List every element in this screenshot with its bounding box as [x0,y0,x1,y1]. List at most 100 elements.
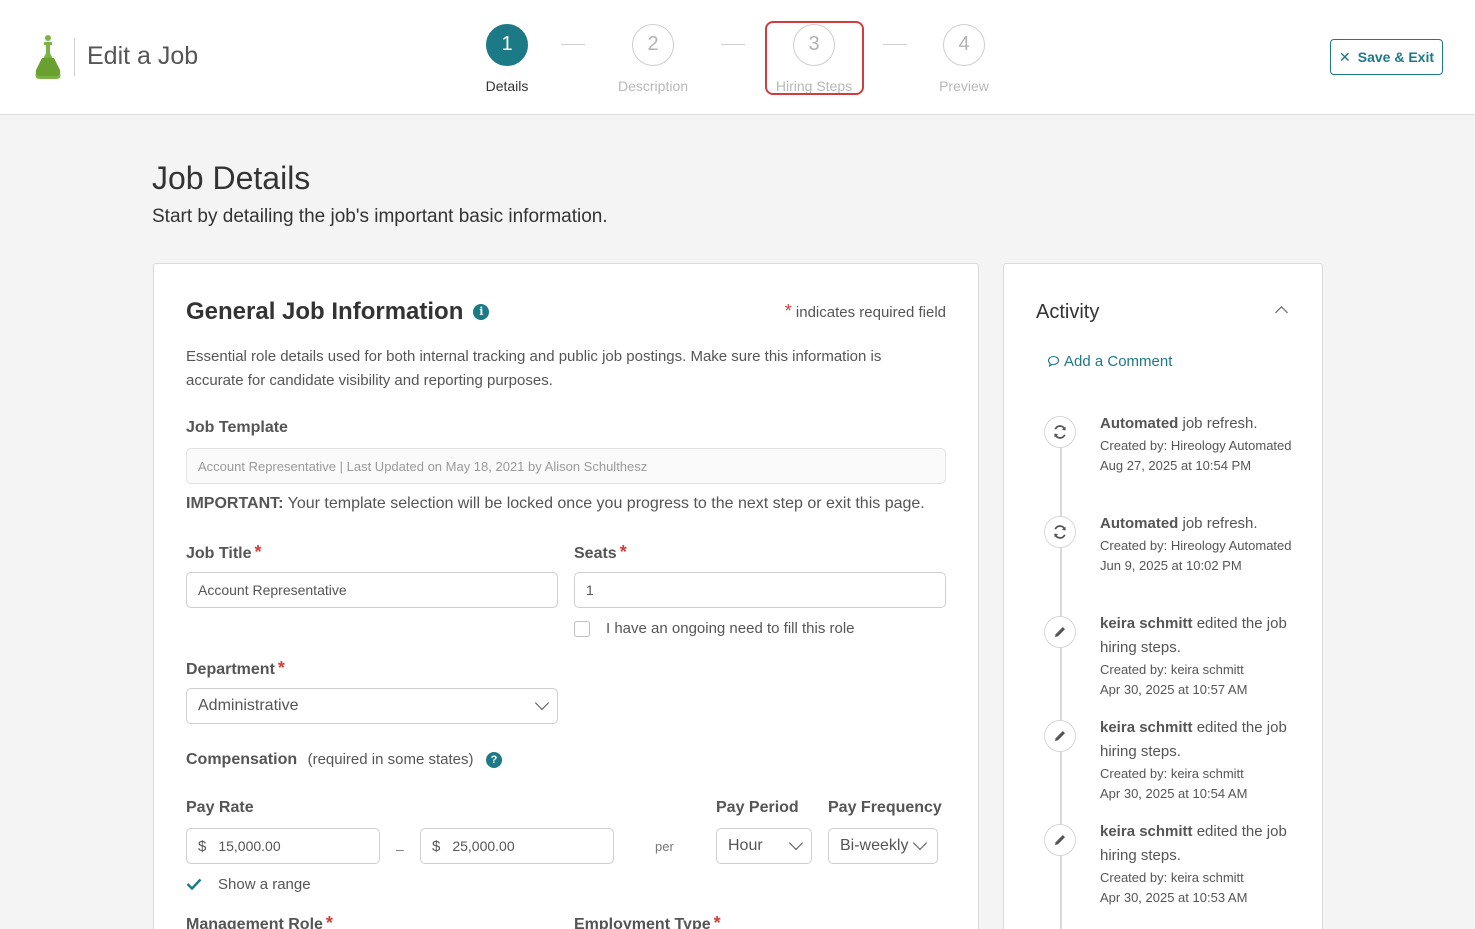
activity-title: Activity [1036,301,1100,323]
step-number: 2 [632,24,674,66]
activity-item: keira schmitt edited the job hiring step… [1100,612,1300,700]
activity-timestamp: Apr 30, 2025 at 10:57 AM [1100,682,1248,697]
job-title-label: Job Title * [186,542,262,563]
activity-headline: Automated job refresh. [1100,512,1300,536]
required-star: * [277,658,285,678]
help-icon[interactable]: ? [485,752,502,768]
activity-timestamp: Apr 30, 2025 at 10:53 AM [1100,890,1248,905]
activity-headline: keira schmitt edited the job hiring step… [1100,820,1300,868]
activity-creator: Created by: keira schmitt [1100,766,1244,781]
page-subtitle: Start by detailing the job's important b… [152,206,608,227]
job-template-value: Account Representative | Last Updated on… [198,458,648,474]
activity-item: keira schmitt edited the job hiring step… [1100,820,1300,908]
department-label-text: Department [186,661,275,678]
dollar-icon: $ [198,837,207,855]
pay-min-value: 15,000.00 [218,838,281,854]
job-template-field: Account Representative | Last Updated on… [186,448,946,484]
chevron-up-icon[interactable] [1275,306,1288,319]
app-title: Edit a Job [87,42,199,70]
step-number: 1 [486,24,528,66]
pay-period-label: Pay Period [716,799,799,816]
ongoing-need-label: I have an ongoing need to fill this role [606,620,855,637]
employment-type-label: Employment Type * [574,913,721,929]
comment-icon [1047,355,1060,368]
chevron-down-icon [788,835,804,851]
activity-item: Automated job refresh. Created by: Hireo… [1100,412,1300,476]
logo-divider [74,38,75,76]
step-label: Description [617,78,689,94]
step-label: Preview [939,78,989,94]
job-title-input[interactable]: Account Representative [186,572,558,608]
pay-frequency-value: Bi-weekly [840,837,909,854]
activity-item: keira schmitt edited the job hiring step… [1100,716,1300,804]
activity-panel: Activity Add a Comment Automated job ref… [1003,263,1323,929]
required-star: * [254,542,262,562]
pencil-icon [1044,824,1076,856]
save-exit-label: Save & Exit [1357,49,1434,65]
required-star: * [325,913,333,929]
ongoing-need-checkbox[interactable] [574,621,590,637]
save-exit-button[interactable]: ✕ Save & Exit [1330,39,1443,75]
add-comment-label: Add a Comment [1064,353,1173,370]
step-number: 4 [943,24,985,66]
required-star: * [619,542,627,562]
important-text: Your template selection will be locked o… [283,495,925,512]
step-connector [721,44,745,45]
department-value: Administrative [198,697,299,714]
general-info-card: General Job Information i * indicates re… [153,263,979,929]
department-select[interactable]: Administrative [186,688,558,724]
seats-label: Seats * [574,542,627,563]
pay-frequency-label: Pay Frequency [828,799,942,816]
close-icon: ✕ [1339,48,1351,65]
activity-creator: Created by: Hireology Automated [1100,438,1292,453]
top-header: Edit a Job 1 Details 2 Description 3 Hir… [0,0,1475,115]
pay-period-select[interactable]: Hour [716,828,812,864]
general-info-title: General Job Information [186,298,464,325]
show-range-label: Show a range [218,876,311,893]
info-icon[interactable]: i [473,304,490,320]
pay-period-value: Hour [728,837,763,854]
template-warning: IMPORTANT: Your template selection will … [186,495,925,513]
pencil-icon [1044,720,1076,752]
pay-frequency-select[interactable]: Bi-weekly [828,828,938,864]
activity-actor: Automated [1100,415,1179,432]
required-note: * indicates required field [785,301,946,322]
activity-headline: Automated job refresh. [1100,412,1300,436]
activity-creator: Created by: keira schmitt [1100,870,1244,885]
seats-input[interactable]: 1 [574,572,946,608]
step-description[interactable]: 2 Description [593,24,713,94]
activity-text: job refresh. [1178,515,1258,532]
pay-min-input[interactable]: $ 15,000.00 [186,828,380,864]
job-template-label: Job Template [186,419,288,436]
step-highlight [765,21,864,95]
compensation-note: (required in some states) [307,751,474,768]
activity-timestamp: Jun 9, 2025 at 10:02 PM [1100,558,1242,573]
pay-max-input[interactable]: $ 25,000.00 [420,828,614,864]
step-details[interactable]: 1 Details [447,24,567,94]
important-label: IMPORTANT: [186,495,284,512]
pay-rate-label: Pay Rate [186,799,254,816]
activity-headline: keira schmitt edited the job hiring step… [1100,716,1300,764]
pay-max-value: 25,000.00 [452,838,515,854]
activity-actor: Automated [1100,515,1179,532]
chevron-down-icon [534,695,550,711]
management-role-label-text: Management Role [186,916,323,929]
refresh-icon [1044,416,1076,448]
pencil-icon [1044,616,1076,648]
step-preview[interactable]: 4 Preview [904,24,1024,94]
chevron-down-icon [912,835,928,851]
required-star: * [784,301,792,321]
seats-label-text: Seats [574,545,617,562]
activity-headline: keira schmitt edited the job hiring step… [1100,612,1300,660]
seats-value: 1 [586,582,594,598]
department-label: Department * [186,658,285,679]
refresh-icon [1044,516,1076,548]
required-note-text: indicates required field [795,304,946,321]
activity-creator: Created by: Hireology Automated [1100,538,1292,553]
show-range-checkbox[interactable] [186,878,202,890]
activity-timestamp: Aug 27, 2025 at 10:54 PM [1100,458,1252,473]
card-description: Essential role details used for both int… [186,348,882,389]
activity-item: Automated job refresh. Created by: Hireo… [1100,512,1300,576]
compensation-label-text: Compensation [186,751,298,768]
add-comment-link[interactable]: Add a Comment [1047,353,1172,370]
